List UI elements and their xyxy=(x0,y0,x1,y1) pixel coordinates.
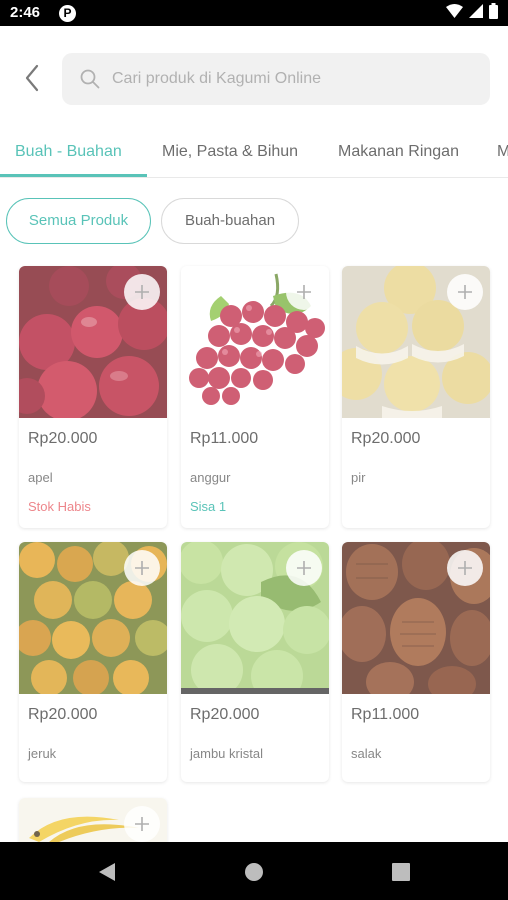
product-card-jeruk[interactable]: Rp20.000 jeruk xyxy=(19,542,167,782)
product-name: anggur xyxy=(190,470,231,485)
add-to-cart-button[interactable] xyxy=(447,550,483,586)
wifi-icon xyxy=(446,3,463,23)
plus-icon xyxy=(135,561,149,575)
top-bar: Cari produk di Kagumi Online xyxy=(0,26,508,132)
system-nav-bar xyxy=(0,842,508,900)
category-tabs: Buah - Buahan Mie, Pasta & Bihun Makanan… xyxy=(0,132,508,178)
product-price: Rp11.000 xyxy=(190,430,259,447)
tab-buah-buahan[interactable]: Buah - Buahan xyxy=(15,132,122,178)
search-icon xyxy=(80,69,100,89)
active-tab-indicator xyxy=(0,174,147,177)
app-screen: Cari produk di Kagumi Online Buah - Buah… xyxy=(0,26,508,842)
product-price: Rp11.000 xyxy=(351,706,420,723)
product-price: Rp20.000 xyxy=(28,706,98,723)
product-name: pir xyxy=(351,470,366,485)
search-placeholder: Cari produk di Kagumi Online xyxy=(112,70,321,87)
product-name: jambu kristal xyxy=(190,746,263,761)
nav-home-button[interactable] xyxy=(242,860,266,884)
plus-icon xyxy=(297,285,311,299)
nav-recents-button[interactable] xyxy=(389,860,413,884)
stock-status: Sisa 1 xyxy=(190,499,227,514)
product-card-anggur[interactable]: Rp11.000 anggur Sisa 1 xyxy=(181,266,329,528)
filter-chips: Semua Produk Buah-buahan xyxy=(0,198,508,246)
add-to-cart-button[interactable] xyxy=(124,274,160,310)
status-time: 2:46 xyxy=(10,4,41,21)
nav-back-icon xyxy=(99,863,115,881)
product-price: Rp20.000 xyxy=(351,430,421,447)
stock-status: Stok Habis xyxy=(28,499,91,514)
add-to-cart-button[interactable] xyxy=(286,274,322,310)
app-notification-icon: P xyxy=(59,5,76,22)
tab-mie-pasta-bihun[interactable]: Mie, Pasta & Bihun xyxy=(162,132,298,178)
product-name: salak xyxy=(351,746,382,761)
add-to-cart-button[interactable] xyxy=(447,274,483,310)
plus-icon xyxy=(297,561,311,575)
product-name: apel xyxy=(28,470,53,485)
battery-icon xyxy=(489,2,498,24)
chip-buah-buahan[interactable]: Buah-buahan xyxy=(161,198,299,244)
product-price: Rp20.000 xyxy=(28,430,98,447)
back-arrow-icon xyxy=(25,64,39,92)
plus-icon xyxy=(458,285,472,299)
nav-home-icon xyxy=(245,863,263,881)
plus-icon xyxy=(135,817,149,831)
product-name: jeruk xyxy=(28,746,57,761)
search-input[interactable]: Cari produk di Kagumi Online xyxy=(62,53,490,105)
add-to-cart-button[interactable] xyxy=(286,550,322,586)
back-button[interactable] xyxy=(16,62,48,94)
nav-back-button[interactable] xyxy=(95,860,119,884)
product-price: Rp20.000 xyxy=(190,706,260,723)
product-card-apel[interactable]: Rp20.000 apel Stok Habis xyxy=(19,266,167,528)
add-to-cart-button[interactable] xyxy=(124,806,160,842)
product-card-pisang[interactable] xyxy=(19,798,167,842)
status-bar: 2:46 P xyxy=(0,0,508,26)
product-card-pir[interactable]: Rp20.000 pir xyxy=(342,266,490,528)
product-card-salak[interactable]: Rp11.000 salak xyxy=(342,542,490,782)
add-to-cart-button[interactable] xyxy=(124,550,160,586)
product-card-jambu-kristal[interactable]: Rp20.000 jambu kristal xyxy=(181,542,329,782)
plus-icon xyxy=(135,285,149,299)
signal-icon xyxy=(469,3,483,23)
system-icons xyxy=(446,2,498,24)
nav-recents-icon xyxy=(392,863,410,881)
chip-semua-produk[interactable]: Semua Produk xyxy=(6,198,151,244)
tab-makanan-ringan[interactable]: Makanan Ringan xyxy=(338,132,459,178)
tab-next[interactable]: M xyxy=(497,132,508,178)
plus-icon xyxy=(458,561,472,575)
